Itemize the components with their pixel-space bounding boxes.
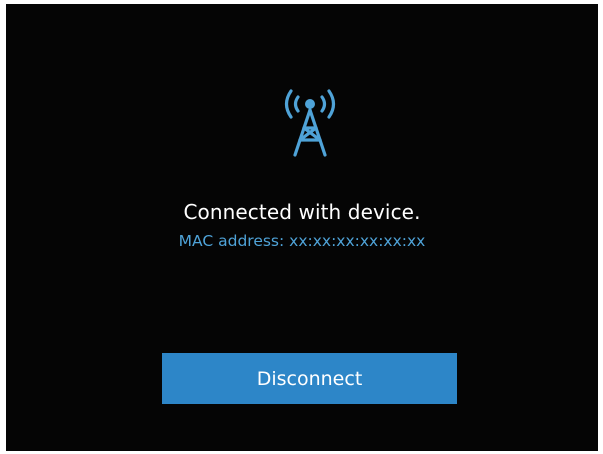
mac-address-text: MAC address: xx:xx:xx:xx:xx:xx [178, 232, 426, 250]
wireless-tower-icon [284, 89, 336, 157]
connection-screen: Connected with device. MAC address: xx:x… [6, 4, 598, 451]
connection-status-text: Connected with device. [183, 200, 421, 224]
disconnect-button[interactable]: Disconnect [162, 353, 457, 404]
